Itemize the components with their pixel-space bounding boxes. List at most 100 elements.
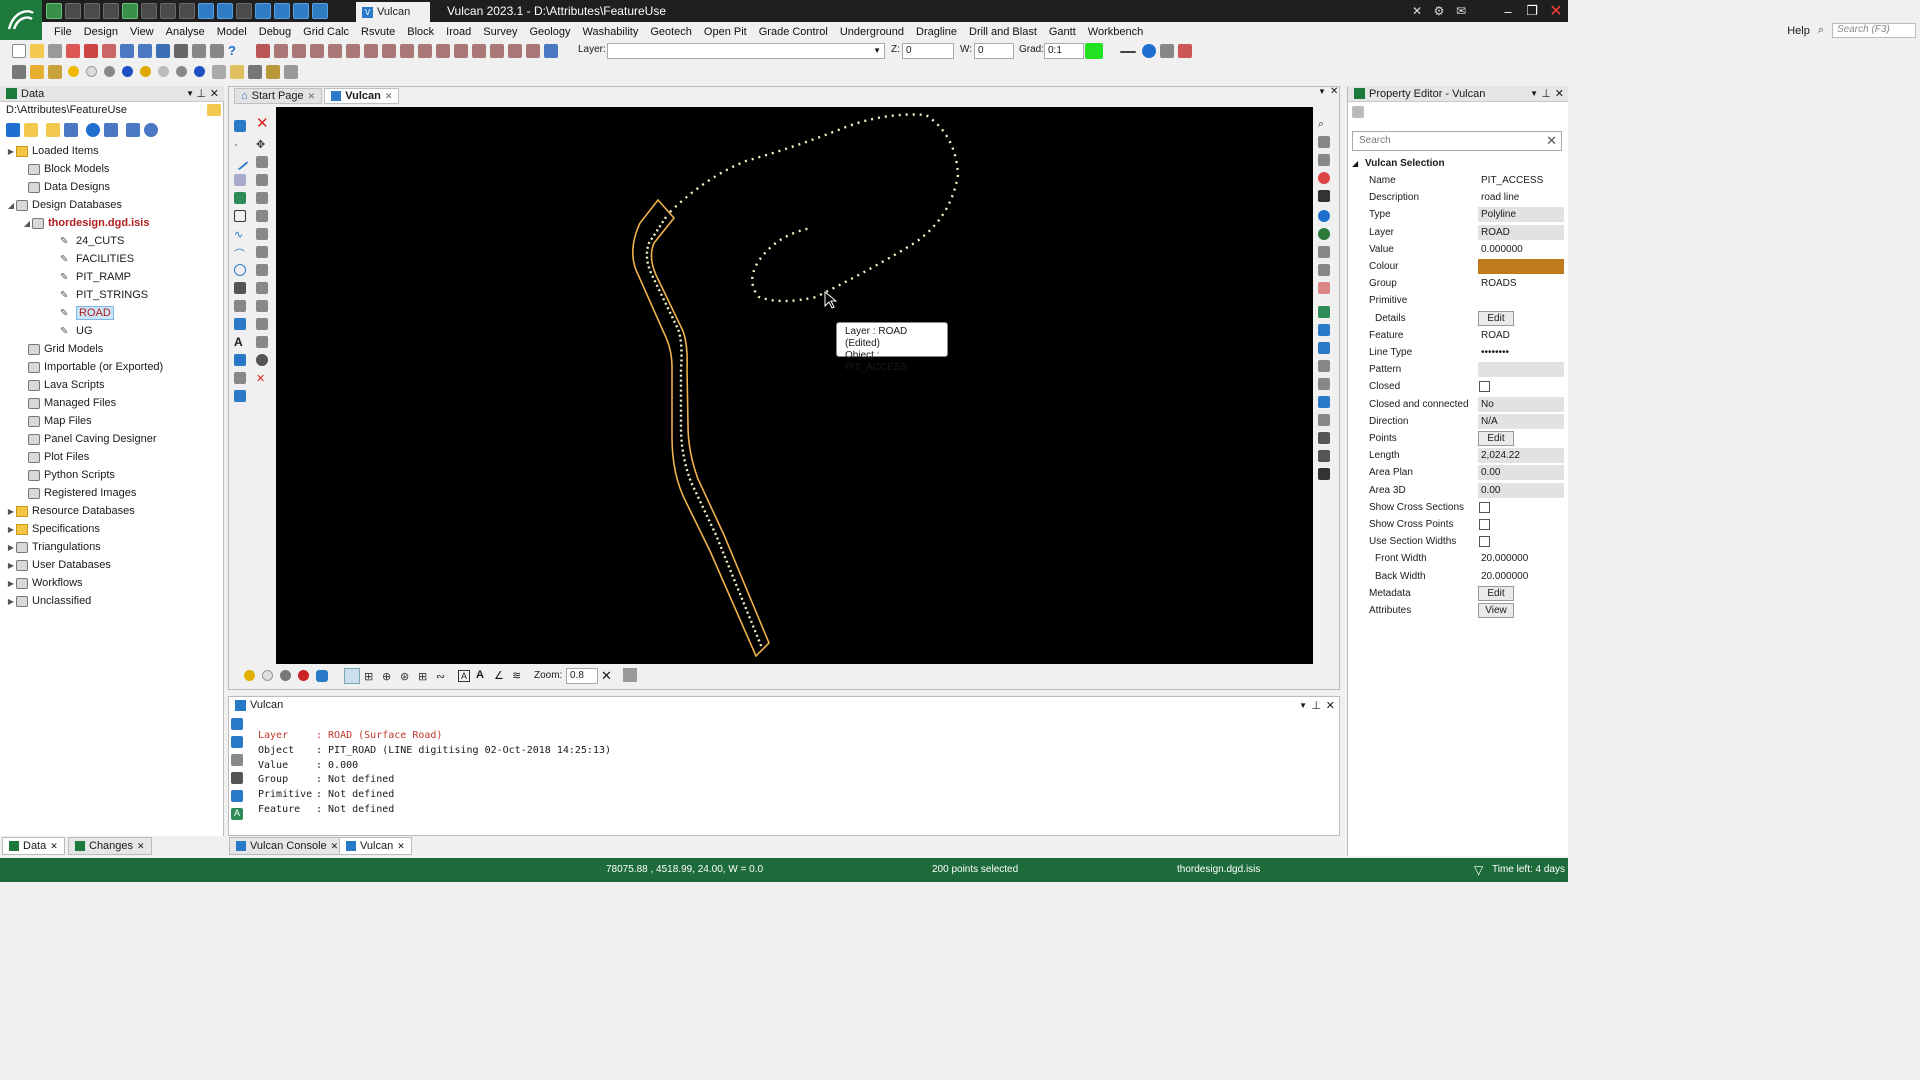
- menu-geology[interactable]: Geology: [524, 26, 577, 38]
- property-row[interactable]: Primitive: [1352, 292, 1566, 309]
- tree-icon[interactable]: [48, 44, 62, 58]
- save-icon[interactable]: [156, 44, 170, 58]
- table-snap-icon[interactable]: ⊞: [418, 670, 427, 683]
- section-icon[interactable]: [1318, 264, 1330, 276]
- property-row[interactable]: Pattern: [1352, 361, 1566, 378]
- close-tab-icon[interactable]: ✕: [385, 91, 393, 102]
- menu-view[interactable]: View: [124, 26, 160, 38]
- folder-browse-icon[interactable]: [207, 104, 221, 116]
- line-style-icon[interactable]: [1120, 51, 1136, 53]
- property-edit-button[interactable]: View: [1478, 603, 1514, 618]
- dimension-icon[interactable]: [234, 354, 246, 366]
- triangle-icon[interactable]: [418, 44, 432, 58]
- tree-item[interactable]: ▶ Loaded Items: [6, 142, 99, 160]
- tree-item[interactable]: Block Models: [18, 160, 109, 178]
- help-search-input[interactable]: Search (F3): [1832, 23, 1916, 38]
- menu-gantt[interactable]: Gantt: [1043, 26, 1082, 38]
- spline-icon[interactable]: ∿: [234, 228, 246, 241]
- property-row[interactable]: Colour: [1352, 258, 1566, 275]
- grey-ball-icon[interactable]: [104, 66, 115, 77]
- tree-item[interactable]: ✎ 24_CUTS: [50, 232, 124, 250]
- property-checkbox[interactable]: [1479, 519, 1490, 530]
- join-icon[interactable]: [256, 228, 268, 240]
- bar-chart-icon[interactable]: [490, 44, 504, 58]
- property-row[interactable]: Description road line: [1352, 189, 1566, 206]
- property-value[interactable]: road line: [1478, 190, 1564, 205]
- folder-up-icon[interactable]: [46, 123, 60, 137]
- property-row[interactable]: Show Cross Points: [1352, 516, 1566, 533]
- menu-underground[interactable]: Underground: [834, 26, 910, 38]
- tools-icon[interactable]: [12, 65, 26, 79]
- scale-bar-icon[interactable]: [1318, 468, 1330, 480]
- menu-open-pit[interactable]: Open Pit: [698, 26, 753, 38]
- table-icon[interactable]: [65, 3, 81, 19]
- copy-view-icon[interactable]: [1318, 414, 1330, 426]
- box-icon[interactable]: [212, 65, 226, 79]
- document-icon[interactable]: [236, 3, 252, 19]
- measure-icon[interactable]: [346, 44, 360, 58]
- property-row[interactable]: Area Plan 0.00: [1352, 464, 1566, 481]
- tree-expander-icon[interactable]: ▶: [6, 597, 16, 606]
- text-snap-icon[interactable]: A: [476, 669, 484, 681]
- menu-model[interactable]: Model: [211, 26, 253, 38]
- grid-overlay-icon[interactable]: [1318, 432, 1330, 444]
- redo-icon[interactable]: [138, 44, 152, 58]
- tab-changes[interactable]: Changes ✕: [68, 837, 152, 855]
- select-icon[interactable]: [234, 120, 246, 132]
- window-icon[interactable]: [210, 44, 224, 58]
- tree-item[interactable]: Map Files: [18, 412, 92, 430]
- tree-item[interactable]: Data Designs: [18, 178, 110, 196]
- gear-icon[interactable]: ⚙: [1428, 0, 1450, 22]
- tree-item[interactable]: ▶ User Databases: [6, 556, 111, 574]
- new-file-icon[interactable]: [12, 44, 26, 58]
- grad-input[interactable]: 0:1: [1044, 43, 1084, 59]
- delete-point-icon[interactable]: ✕: [256, 372, 268, 385]
- map-icon[interactable]: [1318, 450, 1330, 462]
- clip-icon[interactable]: [1318, 282, 1330, 294]
- freehand-icon[interactable]: [234, 300, 246, 312]
- print-icon[interactable]: [174, 44, 188, 58]
- home-icon[interactable]: [6, 123, 20, 137]
- white-ball-icon[interactable]: [86, 66, 97, 77]
- property-row[interactable]: Type Polyline: [1352, 206, 1566, 223]
- point-snap-icon[interactable]: ⊛: [400, 670, 409, 683]
- minimize-button[interactable]: –: [1496, 0, 1520, 22]
- tree-item[interactable]: ▶ Workflows: [6, 574, 83, 592]
- clear-search-icon[interactable]: ✕: [1546, 133, 1557, 149]
- property-value[interactable]: ••••••••: [1478, 345, 1564, 360]
- copy-icon[interactable]: [192, 44, 206, 58]
- close-tab-icon[interactable]: ✕: [331, 841, 339, 852]
- pointer-icon[interactable]: [344, 668, 360, 684]
- property-value[interactable]: 2,024.22: [1478, 448, 1564, 464]
- property-row[interactable]: Layer ROAD: [1352, 224, 1566, 241]
- polygon-icon[interactable]: [234, 174, 246, 186]
- layers-icon[interactable]: [1318, 396, 1330, 408]
- property-value[interactable]: Polyline: [1478, 207, 1564, 223]
- property-row[interactable]: Attributes View: [1352, 602, 1566, 619]
- dropdown-icon[interactable]: ▼: [1299, 701, 1307, 710]
- axes-icon[interactable]: [1318, 154, 1330, 166]
- property-section-header[interactable]: ◢ Vulcan Selection: [1352, 158, 1445, 169]
- tree-item[interactable]: Managed Files: [18, 394, 116, 412]
- pin-icon[interactable]: ⊥: [1541, 87, 1551, 100]
- property-row[interactable]: Front Width 20.000000: [1352, 550, 1566, 567]
- tab-vulcan-output[interactable]: Vulcan ✕: [339, 837, 412, 855]
- properties-icon[interactable]: [1160, 44, 1174, 58]
- property-value[interactable]: 0.00: [1478, 482, 1564, 498]
- property-edit-button[interactable]: Edit: [1478, 310, 1514, 326]
- property-colour-swatch[interactable]: [1478, 259, 1564, 274]
- offset-icon[interactable]: [256, 246, 268, 258]
- angle-icon[interactable]: ∠: [494, 669, 504, 682]
- property-value[interactable]: 20.000000: [1478, 551, 1564, 566]
- property-row[interactable]: Direction N/A: [1352, 413, 1566, 430]
- tab-data[interactable]: Data ✕: [2, 837, 65, 855]
- info-icon[interactable]: [1142, 44, 1156, 58]
- point-tool-icon[interactable]: ·: [234, 138, 246, 150]
- property-value[interactable]: PIT_ACCESS: [1478, 173, 1564, 188]
- tree-expander-icon[interactable]: ▶: [6, 561, 16, 570]
- tab-vulcan[interactable]: Vulcan ✕: [324, 88, 400, 104]
- image-icon[interactable]: [234, 192, 246, 204]
- download-icon[interactable]: [122, 3, 138, 19]
- tab-vulcan-console[interactable]: Vulcan Console ✕: [229, 837, 346, 855]
- ellipse-icon[interactable]: [234, 264, 246, 276]
